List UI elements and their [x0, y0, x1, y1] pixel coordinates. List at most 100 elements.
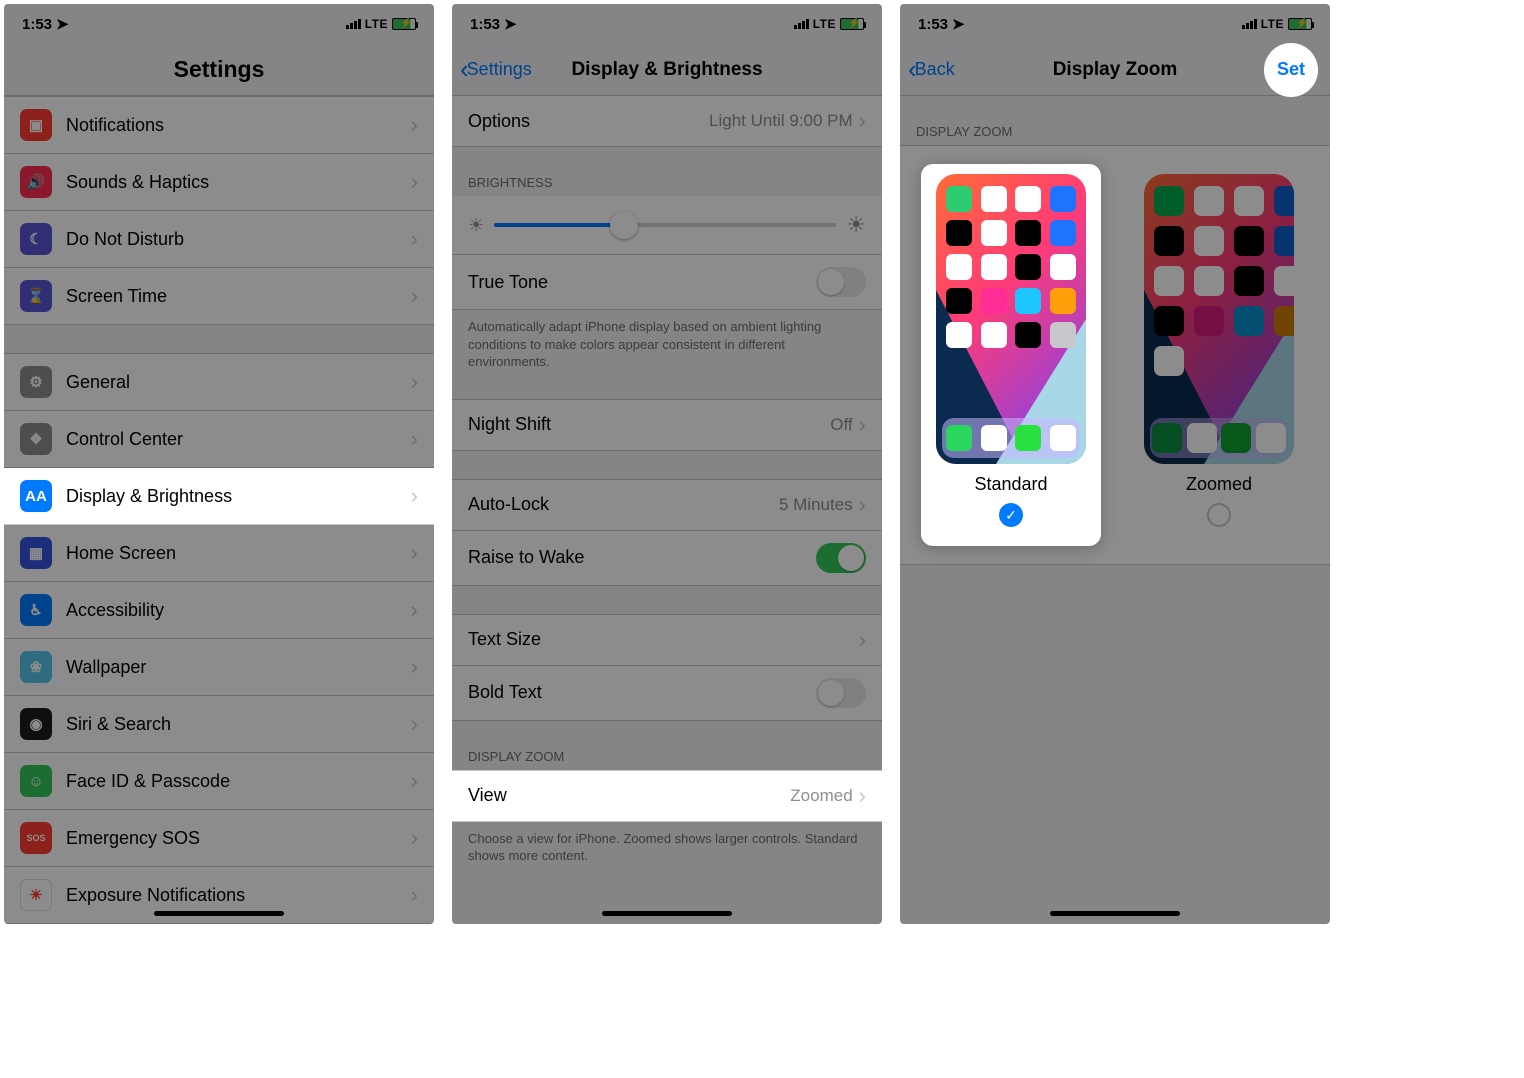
row-icon: ☺: [20, 765, 52, 797]
app-icon: [1050, 254, 1076, 280]
app-icon: [1154, 186, 1184, 216]
settings-row-siri-search[interactable]: ◉Siri & Search›: [4, 696, 434, 753]
settings-row-display-brightness[interactable]: AADisplay & Brightness›: [4, 468, 434, 525]
sun-high-icon: ☀︎: [846, 212, 866, 238]
row-icon: ⌛: [20, 280, 52, 312]
nav-bar: ‹ Settings Display & Brightness: [452, 44, 882, 96]
preview-zoomed: [1144, 174, 1294, 464]
signal-icon: [794, 19, 809, 29]
row-icon: ◉: [20, 708, 52, 740]
row-value: 5 Minutes: [779, 495, 853, 515]
location-icon: ➤: [56, 15, 69, 33]
app-icon: [1187, 423, 1217, 453]
settings-row-notifications[interactable]: ▣Notifications›: [4, 96, 434, 154]
row-icon: ▦: [20, 537, 52, 569]
set-button[interactable]: Set: [1264, 43, 1318, 97]
brightness-slider[interactable]: [494, 223, 836, 227]
chevron-right-icon: ›: [859, 412, 866, 438]
settings-row-emergency-sos[interactable]: SOSEmergency SOS›: [4, 810, 434, 867]
set-label: Set: [1277, 59, 1305, 80]
card-label: Zoomed: [1137, 474, 1301, 495]
chevron-right-icon: ›: [859, 627, 866, 653]
truetone-toggle[interactable]: [816, 267, 866, 297]
row-label: Control Center: [66, 429, 411, 450]
row-options[interactable]: Options Light Until 9:00 PM ›: [452, 96, 882, 147]
settings-row-sounds-haptics[interactable]: 🔊Sounds & Haptics›: [4, 154, 434, 211]
status-bar: 1:53 ➤ LTE ⚡: [4, 4, 434, 44]
row-label: Screen Time: [66, 286, 411, 307]
row-label: Raise to Wake: [468, 547, 816, 568]
chevron-right-icon: ›: [411, 768, 418, 794]
app-icon: [1194, 186, 1224, 216]
battery-icon: ⚡: [392, 18, 416, 30]
raise-to-wake-toggle[interactable]: [816, 543, 866, 573]
back-button[interactable]: ‹ Back: [908, 54, 955, 85]
row-label: Home Screen: [66, 543, 411, 564]
carrier-label: LTE: [1261, 17, 1284, 31]
app-icon: [1015, 220, 1041, 246]
home-indicator[interactable]: [154, 911, 284, 916]
settings-row-accessibility[interactable]: ♿︎Accessibility›: [4, 582, 434, 639]
back-label: Settings: [467, 59, 532, 80]
row-autolock[interactable]: Auto-Lock 5 Minutes ›: [452, 479, 882, 531]
row-icon: ❀: [20, 651, 52, 683]
row-label: General: [66, 372, 411, 393]
row-icon: ☾: [20, 223, 52, 255]
settings-row-face-id-passcode[interactable]: ☺ Face ID & Passcode›: [4, 753, 434, 810]
app-icon: [1050, 425, 1076, 451]
row-value: Off: [830, 415, 852, 435]
app-icon: [1152, 423, 1182, 453]
app-icon: [1015, 322, 1041, 348]
app-icon: [1234, 186, 1264, 216]
app-icon: [1274, 266, 1294, 296]
row-icon: 🔊: [20, 166, 52, 198]
card-label: Standard: [929, 474, 1093, 495]
app-icon: [1154, 346, 1184, 376]
row-label: Display & Brightness: [66, 486, 411, 507]
app-icon: [1194, 226, 1224, 256]
carrier-label: LTE: [813, 17, 836, 31]
app-icon: [946, 288, 972, 314]
app-icon: [1050, 186, 1076, 212]
page-title: Settings: [174, 56, 265, 83]
app-icon: [1154, 306, 1184, 336]
settings-row-do-not-disturb[interactable]: ☾Do Not Disturb›: [4, 211, 434, 268]
row-nightshift[interactable]: Night Shift Off ›: [452, 399, 882, 451]
settings-row-screen-time[interactable]: ⌛Screen Time›: [4, 268, 434, 325]
settings-row-wallpaper[interactable]: ❀Wallpaper›: [4, 639, 434, 696]
nav-bar: ‹ Back Display Zoom Set: [900, 44, 1330, 96]
row-label: Notifications: [66, 115, 411, 136]
settings-row-home-screen[interactable]: ▦Home Screen›: [4, 525, 434, 582]
app-icon: [946, 425, 972, 451]
battery-icon: ⚡: [840, 18, 864, 30]
row-label: Do Not Disturb: [66, 229, 411, 250]
zoom-card-zoomed[interactable]: Zoomed: [1129, 164, 1309, 546]
status-time: 1:53: [22, 16, 52, 33]
app-icon: [1234, 266, 1264, 296]
status-time: 1:53: [918, 16, 948, 33]
home-indicator[interactable]: [1050, 911, 1180, 916]
home-indicator[interactable]: [602, 911, 732, 916]
row-icon: ⚙: [20, 366, 52, 398]
status-bar: 1:53 ➤ LTE ⚡: [900, 4, 1330, 44]
app-icon: [1274, 306, 1294, 336]
settings-row-general[interactable]: ⚙General›: [4, 353, 434, 411]
zoom-card-standard[interactable]: Standard ✓: [921, 164, 1101, 546]
boldtext-toggle[interactable]: [816, 678, 866, 708]
row-label: Sounds & Haptics: [66, 172, 411, 193]
settings-row-control-center[interactable]: ❖Control Center›: [4, 411, 434, 468]
view-footnote: Choose a view for iPhone. Zoomed shows l…: [452, 822, 882, 865]
chevron-right-icon: ›: [859, 108, 866, 134]
zoom-card-row: Standard ✓ Zoomed: [900, 145, 1330, 565]
location-icon: ➤: [952, 15, 965, 33]
check-icon: ✓: [999, 503, 1023, 527]
row-textsize[interactable]: Text Size ›: [452, 614, 882, 666]
slider-thumb[interactable]: [610, 211, 638, 239]
row-view[interactable]: View Zoomed ›: [452, 770, 882, 822]
row-label: Face ID & Passcode: [66, 771, 411, 792]
back-button[interactable]: ‹ Settings: [460, 54, 532, 85]
app-icon: [1234, 226, 1264, 256]
row-label: Accessibility: [66, 600, 411, 621]
truetone-footnote: Automatically adapt iPhone display based…: [452, 310, 882, 371]
chevron-right-icon: ›: [859, 783, 866, 809]
